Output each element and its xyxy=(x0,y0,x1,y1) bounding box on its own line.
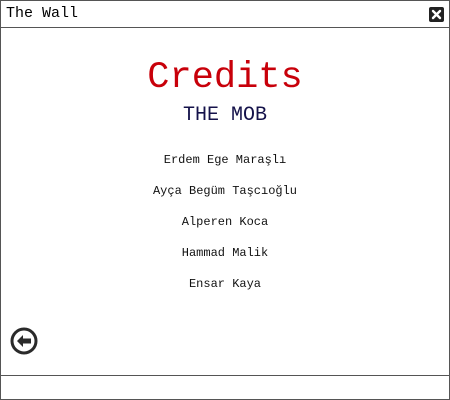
credits-panel: Credits THE MOB Erdem Ege Maraşlı Ayça B… xyxy=(1,28,449,376)
credit-member: Erdem Ege Maraşlı xyxy=(163,153,287,167)
credit-member: Hammad Malik xyxy=(181,246,269,260)
title-bar: The Wall xyxy=(1,1,449,28)
back-arrow-icon xyxy=(10,327,38,355)
back-button[interactable] xyxy=(10,327,38,355)
close-icon xyxy=(431,9,442,20)
status-bar xyxy=(1,375,449,399)
credit-member: Ensar Kaya xyxy=(188,277,261,291)
credit-member: Ayça Begüm Taşcıoğlu xyxy=(152,184,298,198)
team-name: THE MOB xyxy=(182,104,267,127)
credit-member: Alperen Koca xyxy=(181,215,269,229)
app-window: The Wall Credits THE MOB Erdem Ege Maraş… xyxy=(0,0,450,400)
credits-heading: Credits xyxy=(147,57,303,99)
close-button[interactable] xyxy=(429,7,444,22)
window-title: The Wall xyxy=(6,5,79,22)
